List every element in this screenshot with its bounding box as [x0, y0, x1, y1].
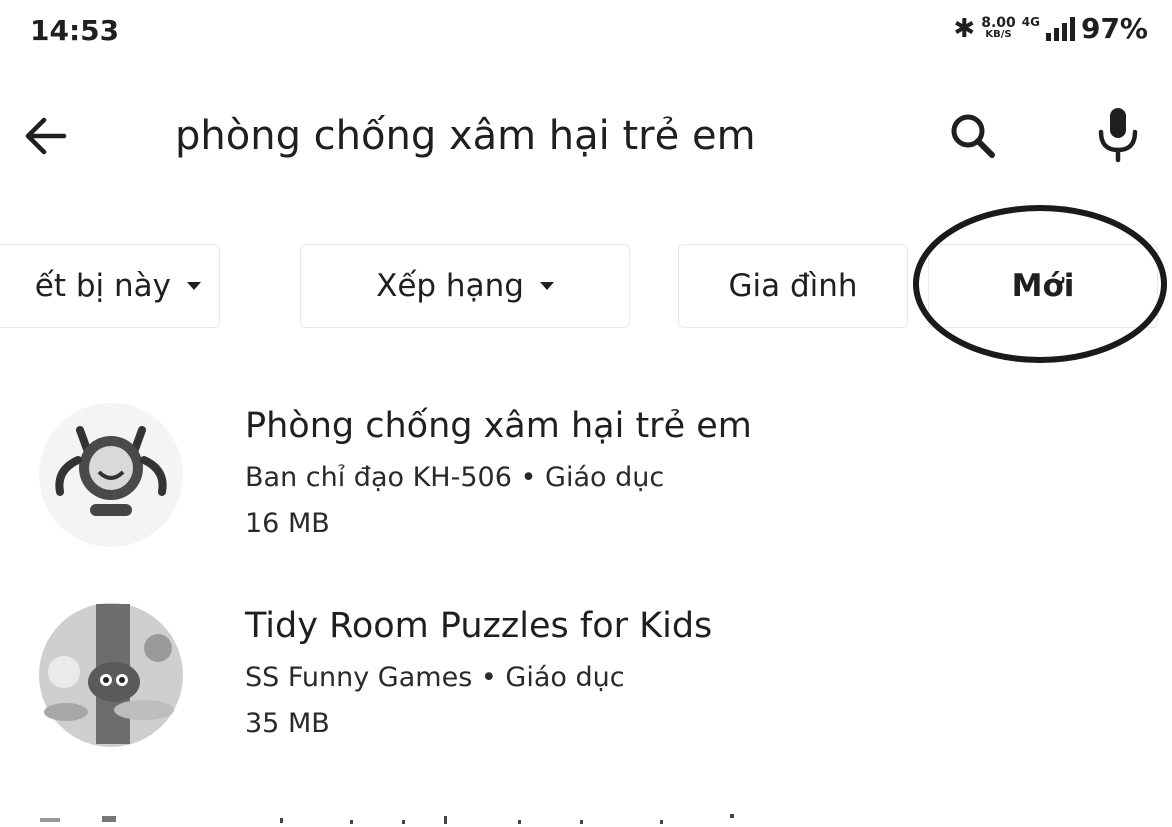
chip-label: ết bị này	[34, 268, 171, 304]
voice-search-button[interactable]	[1086, 100, 1150, 170]
chip-new-filter[interactable]: Mới	[928, 244, 1158, 328]
list-item[interactable]: Tidy Room Puzzles for Kids SS Funny Game…	[0, 600, 1172, 780]
chip-rating-filter[interactable]: Xếp hạng	[300, 244, 630, 328]
list-item[interactable]: Phòng chống xâm hại trẻ em Ban chỉ đạo K…	[0, 400, 1172, 580]
app-category: Giáo dục	[545, 462, 665, 493]
dropdown-arrow-icon	[187, 282, 201, 290]
app-meta: Ban chỉ đạo KH-506 • Giáo dục	[245, 462, 664, 493]
chip-label: Gia đình	[728, 268, 858, 304]
app-size: 16 MB	[245, 508, 330, 539]
battery-level: 97%	[1080, 12, 1148, 45]
chip-label: Mới	[1011, 268, 1075, 304]
network-speed: 8.00 KB/S	[981, 14, 1016, 41]
dropdown-arrow-icon	[539, 282, 554, 290]
microphone-icon	[1098, 108, 1138, 163]
search-query[interactable]: phòng chống xâm hại trẻ em	[175, 108, 756, 164]
search-button[interactable]	[942, 104, 1006, 168]
partial-list-item	[40, 814, 734, 824]
app-category: Giáo dục	[505, 662, 625, 693]
status-time: 14:53	[30, 14, 120, 47]
network-speed-value: 8.00	[981, 14, 1016, 31]
app-size: 35 MB	[245, 708, 330, 739]
app-developer: Ban chỉ đạo KH-506	[245, 462, 512, 493]
network-type: 4G	[1021, 14, 1040, 29]
network-speed-unit: KB/S	[985, 28, 1012, 40]
chip-label: Xếp hạng	[376, 268, 524, 304]
status-icons: ✱ 8.00 KB/S 4G 97%	[953, 12, 1148, 45]
back-button[interactable]	[14, 108, 78, 164]
signal-icon	[1045, 16, 1075, 41]
cartoon-character-icon	[39, 403, 183, 547]
arrow-left-icon	[25, 117, 67, 155]
app-meta: SS Funny Games • Giáo dục	[245, 662, 625, 693]
app-name: Tidy Room Puzzles for Kids	[245, 606, 713, 646]
app-developer: SS Funny Games	[245, 662, 473, 693]
chip-device-filter[interactable]: ết bị này	[0, 244, 220, 328]
app-name: Phòng chống xâm hại trẻ em	[245, 406, 752, 446]
chip-family-filter[interactable]: Gia đình	[678, 244, 908, 328]
separator-dot: •	[480, 662, 497, 693]
search-icon	[951, 114, 995, 158]
puzzle-game-icon	[39, 603, 183, 747]
separator-dot: •	[520, 462, 537, 493]
bluetooth-icon: ✱	[953, 13, 976, 44]
